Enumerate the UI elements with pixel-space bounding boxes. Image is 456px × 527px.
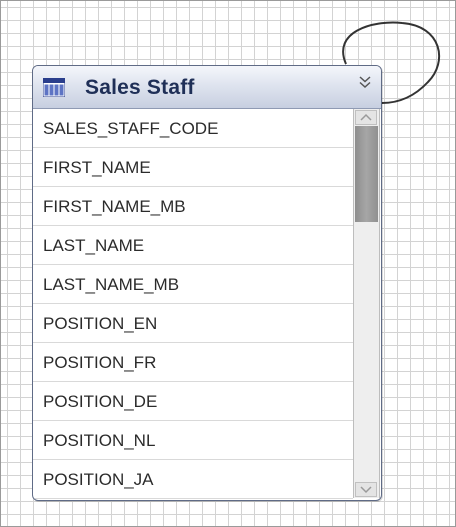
table-title: Sales Staff: [85, 76, 195, 99]
field-position-ja[interactable]: POSITION_JA: [33, 460, 353, 499]
scroll-thumb[interactable]: [355, 126, 378, 222]
field-first-name[interactable]: FIRST_NAME: [33, 148, 353, 187]
chevron-double-down-icon[interactable]: [357, 74, 373, 90]
arrow-down-icon: [360, 486, 372, 494]
field-position-fr[interactable]: POSITION_FR: [33, 343, 353, 382]
scroll-up-button[interactable]: [355, 110, 377, 125]
field-last-name[interactable]: LAST_NAME: [33, 226, 353, 265]
field-position-nl[interactable]: POSITION_NL: [33, 421, 353, 460]
field-position-en[interactable]: POSITION_EN: [33, 304, 353, 343]
scroll-down-button[interactable]: [355, 482, 377, 497]
table-sales-staff[interactable]: Sales Staff SALES_STAFF_CODE FIRST_NAME …: [32, 65, 382, 501]
field-sales-staff-code[interactable]: SALES_STAFF_CODE: [33, 109, 353, 148]
field-last-name-mb[interactable]: LAST_NAME_MB: [33, 265, 353, 304]
field-list[interactable]: SALES_STAFF_CODE FIRST_NAME FIRST_NAME_M…: [33, 109, 353, 500]
arrow-up-icon: [360, 113, 372, 121]
table-header[interactable]: Sales Staff: [33, 66, 381, 109]
field-position-de[interactable]: POSITION_DE: [33, 382, 353, 421]
field-first-name-mb[interactable]: FIRST_NAME_MB: [33, 187, 353, 226]
table-icon: [43, 78, 65, 97]
vertical-scrollbar[interactable]: [353, 109, 380, 498]
